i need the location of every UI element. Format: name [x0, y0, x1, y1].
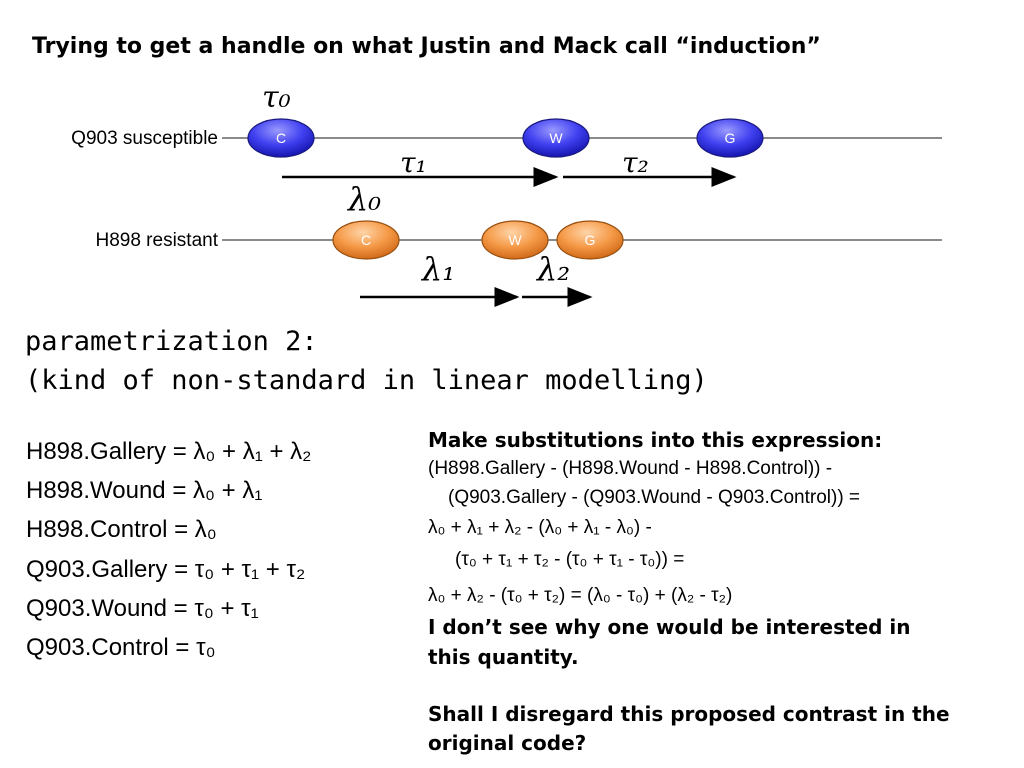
q903-node-w-label: W	[549, 130, 563, 146]
q903-node-g-label: G	[725, 130, 736, 146]
param-line1: parametrization 2:	[25, 326, 318, 357]
lambda1-label: λ₁	[420, 250, 455, 288]
h898-label: H898 resistant	[95, 230, 218, 251]
substitution-line-5: λ₀ + λ₂ - (τ₀ + τ₂) = (λ₀ - τ₀) + (λ₂ - …	[428, 585, 733, 606]
q903-node-w: W	[522, 118, 590, 158]
equation-q903-wound: Q903.Wound = τ₀ + τ₁	[26, 595, 259, 622]
q903-node-c: C	[247, 118, 315, 158]
param-line2: (kind of non-standard in linear modellin…	[25, 365, 708, 396]
tau0-label: τ₀	[262, 80, 291, 115]
q903-node-c-label: C	[276, 130, 286, 146]
equation-q903-control: Q903.Control = τ₀	[26, 634, 216, 661]
tau1-label: τ₁	[400, 146, 427, 179]
lambda0-label: λ₀	[346, 180, 381, 218]
equation-h898-control: H898.Control = λ₀	[26, 516, 217, 543]
timeline-diagram: Q903 susceptible C W G τ₀ τ₁ τ₂ λ₀ H898 …	[71, 80, 942, 307]
substitution-line-2: (Q903.Gallery - (Q903.Wound - Q903.Contr…	[448, 487, 861, 508]
question-line-2: original code?	[428, 731, 587, 755]
substitution-line-1: (H898.Gallery - (H898.Wound - H898.Contr…	[428, 458, 833, 479]
q903-label: Q903 susceptible	[71, 128, 218, 149]
lambda2-label: λ₂	[535, 250, 570, 288]
q903-node-g: G	[696, 118, 764, 158]
equation-h898-wound: H898.Wound = λ₀ + λ₁	[26, 477, 263, 504]
substitution-heading: Make substitutions into this expression:	[428, 428, 883, 452]
substitution-line-3: λ₀ + λ₁ + λ₂ - (λ₀ + λ₁ - λ₀) -	[428, 517, 652, 538]
equation-q903-gallery: Q903.Gallery = τ₀ + τ₁ + τ₂	[26, 556, 306, 583]
tau2-label: τ₂	[622, 146, 649, 179]
h898-node-g-label: G	[585, 232, 596, 248]
h898-node-w-label: W	[508, 232, 522, 248]
comment-line-2: this quantity.	[428, 645, 579, 669]
h898-node-c-label: C	[361, 232, 371, 248]
substitution-line-4: (τ₀ + τ₁ + τ₂ - (τ₀ + τ₁ - τ₀)) =	[455, 549, 685, 570]
equation-h898-gallery: H898.Gallery = λ₀ + λ₁ + λ₂	[26, 438, 312, 465]
comment-line-1: I don’t see why one would be interested …	[428, 615, 911, 639]
question-line-1: Shall I disregard this proposed contrast…	[428, 702, 950, 726]
h898-node-c: C	[332, 220, 400, 260]
